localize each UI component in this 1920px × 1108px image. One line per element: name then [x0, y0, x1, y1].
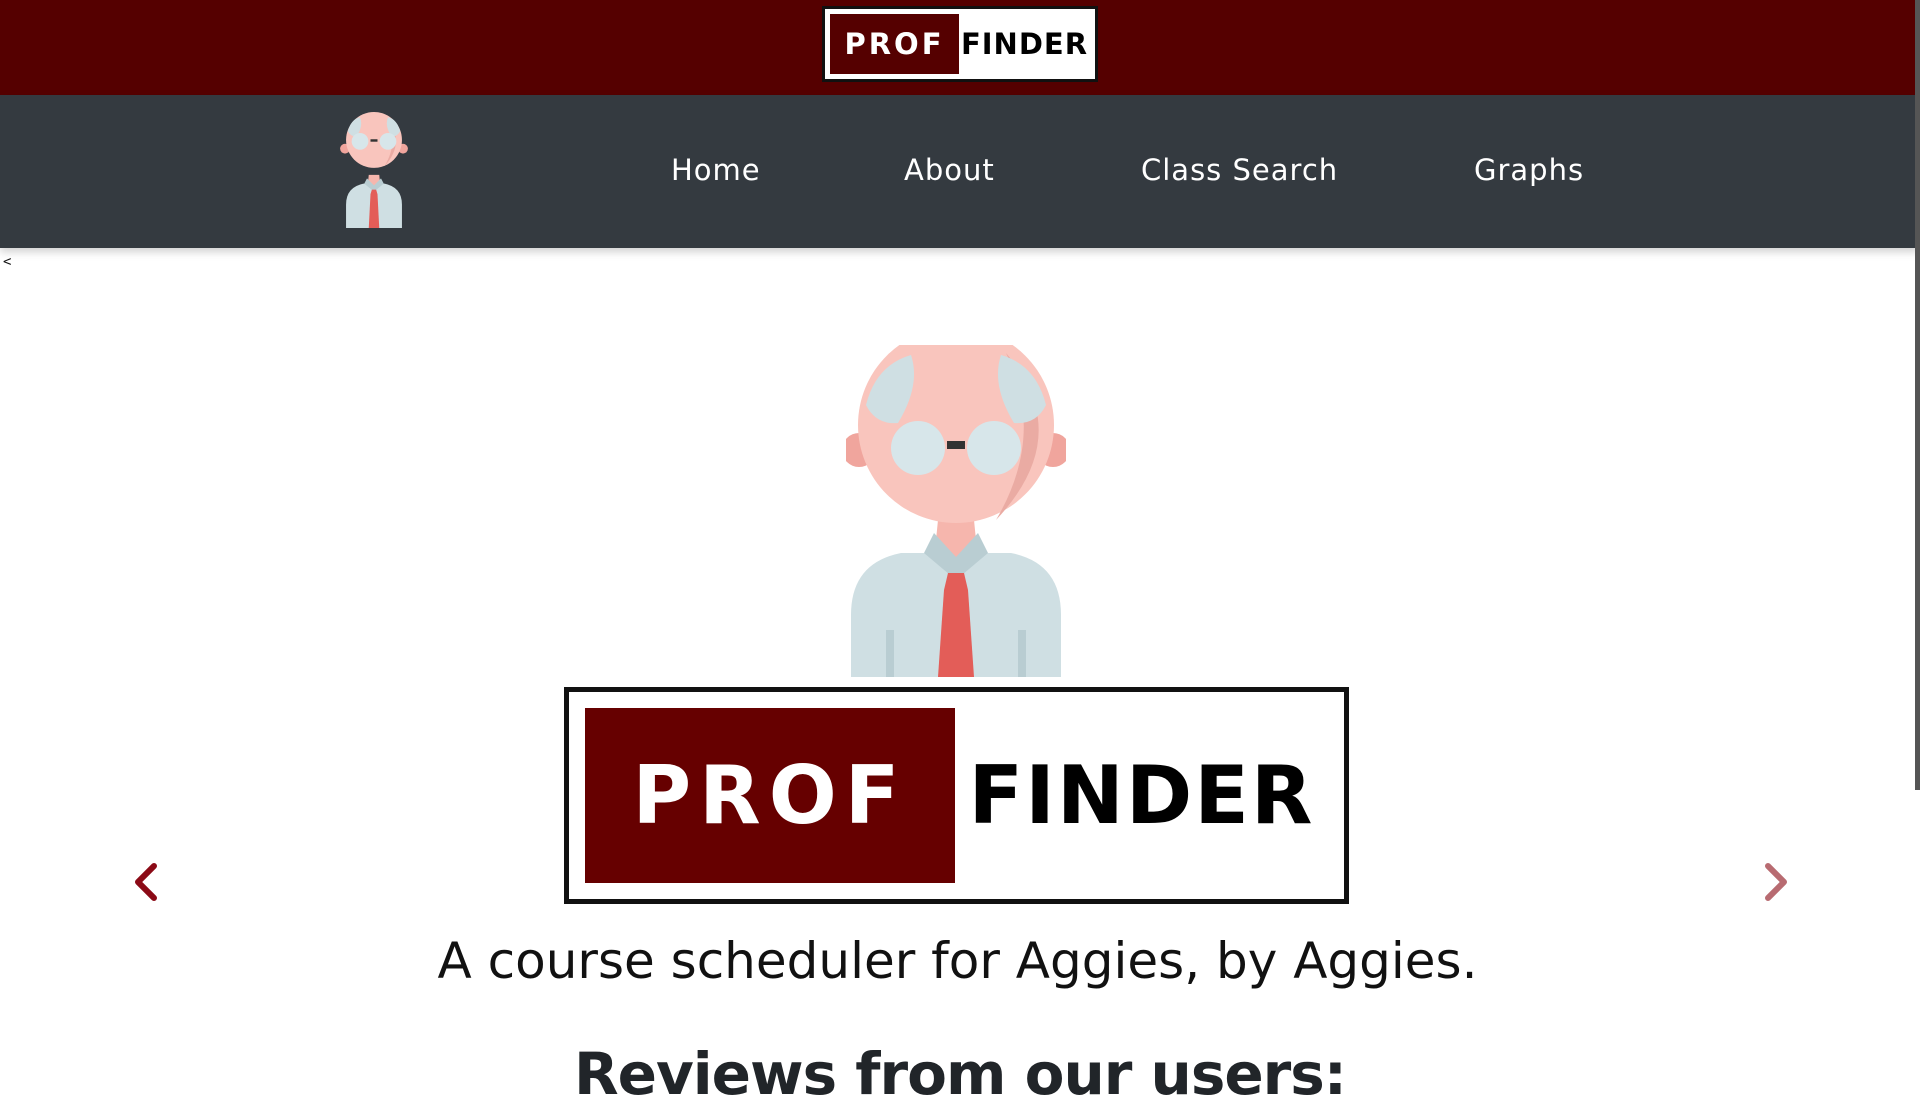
chevron-left-icon[interactable]	[126, 860, 166, 904]
nav-class-search-link[interactable]: Class Search	[1141, 153, 1338, 187]
nav-graphs-link[interactable]: Graphs	[1474, 153, 1584, 187]
top-brand-bar: PROF FINDER	[0, 0, 1920, 95]
nav-about-link[interactable]: About	[904, 153, 995, 187]
stray-text: <	[3, 254, 12, 270]
chevron-right-icon[interactable]	[1756, 860, 1796, 904]
professor-avatar-icon	[846, 345, 1066, 677]
profinder-logo-large: PROF FINDER	[564, 687, 1349, 904]
hero-tagline: A course scheduler for Aggies, by Aggies…	[437, 932, 1478, 990]
logo-finder-text: FINDER	[960, 27, 1089, 61]
page-scrollbar[interactable]	[1915, 0, 1920, 790]
logo-prof-text: PROF	[830, 14, 959, 74]
professor-avatar-icon[interactable]	[334, 112, 414, 228]
hero-logo-prof-text: PROF	[585, 708, 955, 883]
nav-home-link[interactable]: Home	[671, 153, 761, 187]
hero-logo-finder-text: FINDER	[968, 749, 1315, 842]
main-navbar: Home About Class Search Graphs	[0, 95, 1920, 248]
profinder-logo-small[interactable]: PROF FINDER	[822, 6, 1098, 82]
reviews-heading: Reviews from our users:	[573, 1040, 1347, 1108]
